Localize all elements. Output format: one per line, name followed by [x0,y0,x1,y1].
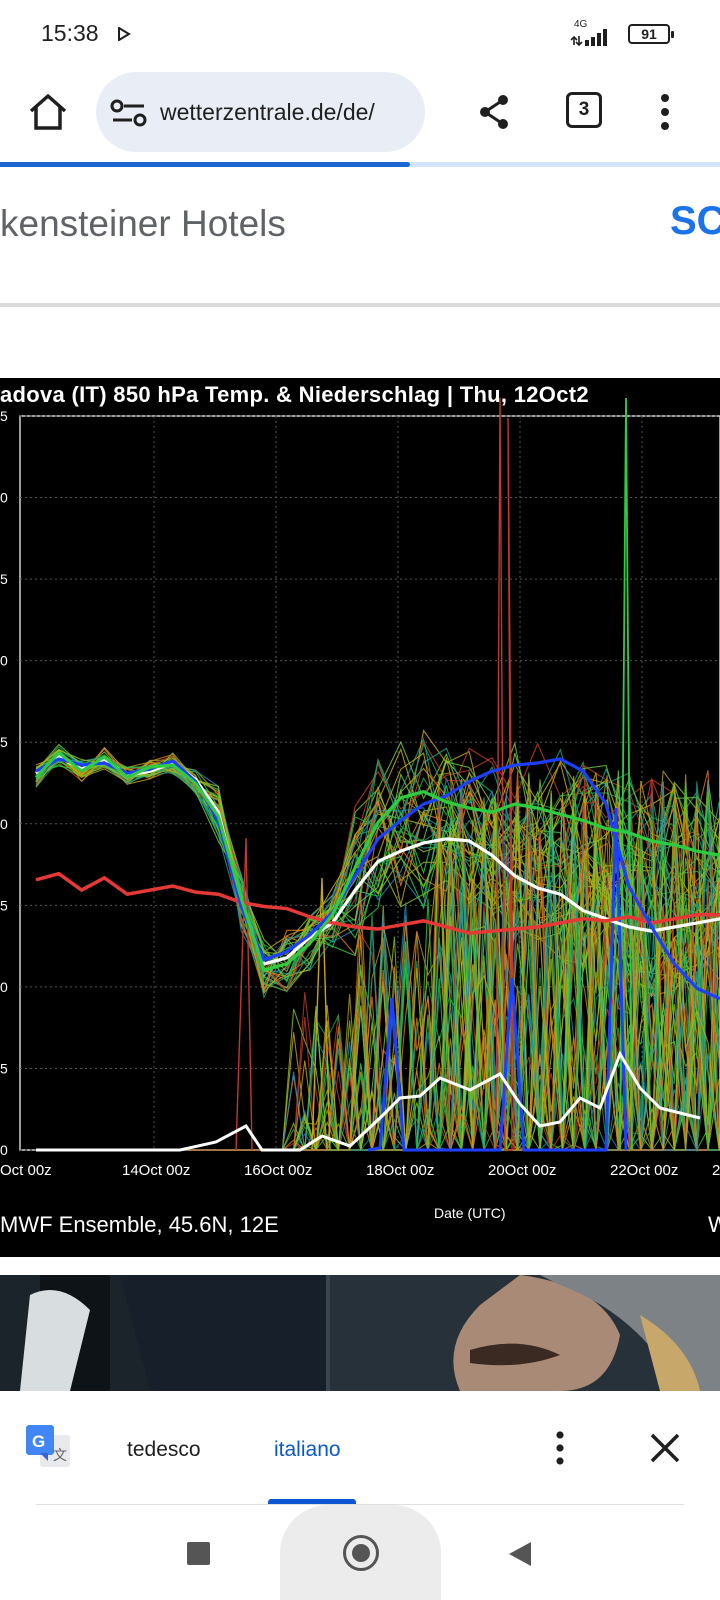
x-tick-label: 2 [712,1162,720,1179]
y-tick-label: 5 [0,1060,8,1076]
x-tick-label: 20Oct 00z [488,1162,556,1179]
x-tick-label: Oct 00z [0,1162,52,1179]
recent-apps-icon[interactable] [187,1542,210,1565]
close-icon[interactable] [648,1431,682,1465]
share-icon[interactable] [472,90,516,134]
back-icon[interactable] [507,1540,533,1568]
chart-footer-source: MWF Ensemble, 45.6N, 12E [0,1212,279,1237]
meteogram-chart[interactable]: 5 0 5 0 5 0 5 0 5 0 Oct 00z 14Oct 00z 16Oct 00z 18Oct… [0,378,720,1257]
nav-home-icon[interactable] [343,1535,379,1571]
ad-cta[interactable]: SC [670,199,720,244]
x-axis-title: Date (UTC) [434,1205,506,1221]
svg-text:文: 文 [53,1448,67,1464]
home-icon[interactable] [26,90,70,134]
y-tick-label: 0 [0,490,8,506]
tab-switcher-button[interactable]: 3 [566,92,602,128]
url-text[interactable]: wetterzentrale.de/de/ [160,99,416,126]
chart-title: adova (IT) 850 hPa Temp. & Niederschlag … [0,382,589,407]
svg-text:G: G [32,1432,45,1451]
translate-bar: 文 G tedesco italiano [0,1391,720,1505]
status-bar: 15:38 4G 91 [0,0,720,66]
tab-target-language[interactable]: italiano [274,1438,341,1462]
x-tick-label: 14Oct 00z [122,1162,190,1179]
ad-banner[interactable]: kensteiner Hotels SC [0,167,720,307]
y-tick-label: 0 [0,653,8,669]
tab-source-language[interactable]: tedesco [127,1438,201,1462]
signal-icon [570,29,607,47]
play-store-icon [118,27,131,41]
y-tick-label: 5 [0,408,8,424]
y-tick-label: 0 [0,816,8,832]
y-tick-label: 0 [0,979,8,995]
battery-level: 91 [641,26,657,42]
battery-icon: 91 [628,24,674,44]
x-tick-label: 22Oct 00z [610,1162,678,1179]
more-options-icon[interactable] [650,90,680,134]
x-tick-label: 16Oct 00z [244,1162,312,1179]
chart-footer-right: W [708,1212,720,1237]
chart-plot: 5 0 5 0 5 0 5 0 5 0 Oct 00z 14Oct 00z 16Oct 00z 18Oct… [0,397,720,1179]
y-tick-label: 5 [0,571,8,587]
status-time: 15:38 [41,20,99,46]
site-settings-icon[interactable] [110,98,148,128]
translate-options-icon[interactable] [545,1429,575,1469]
y-tick-label: 5 [0,897,8,913]
tab-count: 3 [578,99,590,120]
browser-toolbar: wetterzentrale.de/de/ 3 [0,66,720,164]
google-translate-icon: 文 G [26,1425,70,1467]
system-nav-bar [0,1505,720,1600]
x-tick-label: 18Oct 00z [366,1162,434,1179]
ad-text[interactable]: kensteiner Hotels [0,203,286,245]
url-bar[interactable]: wetterzentrale.de/de/ [96,72,425,152]
article-photo[interactable] [0,1275,720,1391]
y-tick-label: 0 [0,1142,8,1158]
y-tick-label: 5 [0,734,8,750]
nav-home-dot [352,1544,370,1562]
